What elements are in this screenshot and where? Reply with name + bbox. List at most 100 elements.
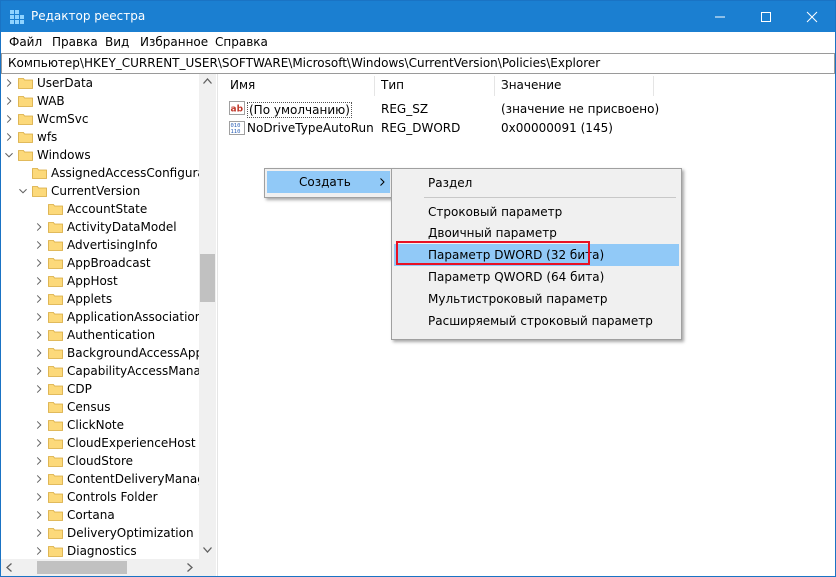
column-header-name[interactable]: Имя bbox=[230, 78, 255, 92]
tree-node[interactable]: CDP bbox=[1, 380, 199, 398]
tree-scroll-thumb[interactable] bbox=[200, 254, 215, 302]
tree-node-label: Applets bbox=[67, 292, 113, 306]
window-title: Редактор реестра bbox=[31, 9, 146, 23]
chevron-right-icon[interactable] bbox=[35, 506, 43, 524]
chevron-right-icon[interactable] bbox=[35, 488, 43, 506]
scroll-right-arrow-icon[interactable] bbox=[187, 563, 193, 572]
chevron-right-icon[interactable] bbox=[35, 470, 43, 488]
tree-horizontal-scrollbar[interactable] bbox=[1, 559, 216, 576]
tree-node[interactable]: wfs bbox=[1, 128, 199, 146]
column-divider[interactable] bbox=[374, 76, 375, 96]
column-divider[interactable] bbox=[494, 76, 495, 96]
chevron-down-icon[interactable] bbox=[5, 146, 13, 164]
tree-node[interactable]: BackgroundAccessApplic bbox=[1, 344, 216, 362]
tree-hscroll-thumb[interactable] bbox=[37, 561, 127, 574]
context-menu-item-create[interactable]: Создать bbox=[267, 171, 390, 193]
chevron-right-icon[interactable] bbox=[35, 344, 43, 362]
tree-node[interactable]: AppHost bbox=[1, 272, 199, 290]
menu-bar: Файл Правка Вид Избранное Справка bbox=[1, 32, 835, 52]
menu-help[interactable]: Справка bbox=[215, 35, 268, 49]
tree-node[interactable]: ContentDeliveryManager bbox=[1, 470, 216, 488]
submenu-item-expandable-string-value[interactable]: Расширяемый строковый параметр bbox=[394, 310, 679, 332]
tree-node[interactable]: CloudStore bbox=[1, 452, 199, 470]
chevron-right-icon[interactable] bbox=[35, 236, 43, 254]
value-data: (значение не присвоено) bbox=[501, 102, 660, 116]
menu-edit[interactable]: Правка bbox=[52, 35, 98, 49]
chevron-right-icon[interactable] bbox=[35, 380, 43, 398]
submenu-item-qword-value[interactable]: Параметр QWORD (64 бита) bbox=[394, 266, 679, 288]
chevron-right-icon[interactable] bbox=[35, 290, 43, 308]
chevron-right-icon[interactable] bbox=[35, 218, 43, 236]
tree-node[interactable]: AdvertisingInfo bbox=[1, 236, 199, 254]
chevron-right-icon[interactable] bbox=[5, 74, 13, 92]
scroll-down-arrow-icon[interactable] bbox=[203, 547, 212, 553]
chevron-right-icon[interactable] bbox=[35, 524, 43, 542]
menu-file[interactable]: Файл bbox=[9, 35, 42, 49]
chevron-right-icon[interactable] bbox=[35, 452, 43, 470]
tree-node[interactable]: Diagnostics bbox=[1, 542, 199, 559]
menu-separator bbox=[424, 197, 676, 198]
tree-node[interactable]: Census bbox=[1, 398, 199, 416]
chevron-down-icon[interactable] bbox=[19, 182, 27, 200]
folder-icon bbox=[18, 113, 33, 125]
tree-node-label: AppHost bbox=[67, 274, 118, 288]
chevron-right-icon[interactable] bbox=[35, 416, 43, 434]
chevron-right-icon[interactable] bbox=[35, 326, 43, 344]
scroll-left-arrow-icon[interactable] bbox=[6, 563, 12, 572]
chevron-right-icon[interactable] bbox=[35, 362, 43, 380]
chevron-right-icon[interactable] bbox=[35, 308, 43, 326]
menu-favorites[interactable]: Избранное bbox=[140, 35, 208, 49]
tree-node[interactable]: AssignedAccessConfiguratio bbox=[1, 164, 216, 182]
chevron-right-icon[interactable] bbox=[5, 110, 13, 128]
chevron-right-icon[interactable] bbox=[35, 254, 43, 272]
tree-node-label: Windows bbox=[37, 148, 91, 162]
tree-node-label: WcmSvc bbox=[37, 112, 89, 126]
tree-node[interactable]: WcmSvc bbox=[1, 110, 199, 128]
submenu-item-string-value[interactable]: Строковый параметр bbox=[394, 201, 679, 223]
value-name[interactable]: NoDriveTypeAutoRun bbox=[247, 121, 374, 135]
tree-node[interactable]: ClickNote bbox=[1, 416, 199, 434]
submenu-item-key[interactable]: Раздел bbox=[394, 172, 679, 194]
tree-node[interactable]: CurrentVersion bbox=[1, 182, 199, 200]
column-header-value[interactable]: Значение bbox=[501, 78, 561, 92]
tree-node[interactable]: ApplicationAssociationTo bbox=[1, 308, 215, 326]
folder-icon bbox=[32, 185, 47, 197]
scroll-up-arrow-icon[interactable] bbox=[203, 78, 212, 84]
column-header-type[interactable]: Тип bbox=[381, 78, 404, 92]
tree-node[interactable]: Cortana bbox=[1, 506, 199, 524]
tree-node[interactable]: UserData bbox=[1, 74, 199, 92]
tree-node-label: ApplicationAssociationTo bbox=[67, 310, 216, 324]
minimize-button[interactable] bbox=[697, 1, 743, 32]
tree-node-label: ActivityDataModel bbox=[67, 220, 177, 234]
tree-node[interactable]: Applets bbox=[1, 290, 199, 308]
tree-node[interactable]: CapabilityAccessManage bbox=[1, 362, 216, 380]
menu-view[interactable]: Вид bbox=[105, 35, 129, 49]
tree-node[interactable]: ActivityDataModel bbox=[1, 218, 199, 236]
folder-icon bbox=[48, 473, 63, 485]
folder-icon bbox=[48, 311, 63, 323]
chevron-right-icon[interactable] bbox=[35, 272, 43, 290]
chevron-right-icon[interactable] bbox=[35, 542, 43, 559]
tree-node[interactable]: AppBroadcast bbox=[1, 254, 199, 272]
chevron-right-icon[interactable] bbox=[5, 92, 13, 110]
close-button[interactable] bbox=[789, 1, 835, 32]
tree-node[interactable]: AccountState bbox=[1, 200, 199, 218]
address-bar[interactable]: Компьютер\HKEY_CURRENT_USER\SOFTWARE\Mic… bbox=[1, 53, 835, 74]
tree-vertical-scrollbar[interactable] bbox=[199, 74, 216, 559]
chevron-right-icon[interactable] bbox=[35, 434, 43, 452]
submenu-item-multi-string-value[interactable]: Мультистроковый параметр bbox=[394, 288, 679, 310]
folder-icon bbox=[48, 257, 63, 269]
column-divider[interactable] bbox=[653, 76, 654, 96]
tree-node[interactable]: Controls Folder bbox=[1, 488, 199, 506]
tree-node[interactable]: CloudExperienceHost bbox=[1, 434, 199, 452]
registry-tree[interactable]: UserData WAB WcmSvc wfs Windows AssignedAcces… bbox=[1, 74, 216, 559]
tree-node-label: AssignedAccessConfiguratio bbox=[51, 166, 216, 180]
tree-node[interactable]: Windows bbox=[1, 146, 199, 164]
folder-icon bbox=[48, 401, 63, 413]
tree-node[interactable]: DeliveryOptimization bbox=[1, 524, 199, 542]
tree-node[interactable]: Authentication bbox=[1, 326, 199, 344]
tree-node[interactable]: WAB bbox=[1, 92, 199, 110]
maximize-button[interactable] bbox=[743, 1, 789, 32]
value-name[interactable]: (По умолчанию) bbox=[247, 102, 352, 118]
chevron-right-icon[interactable] bbox=[5, 128, 13, 146]
